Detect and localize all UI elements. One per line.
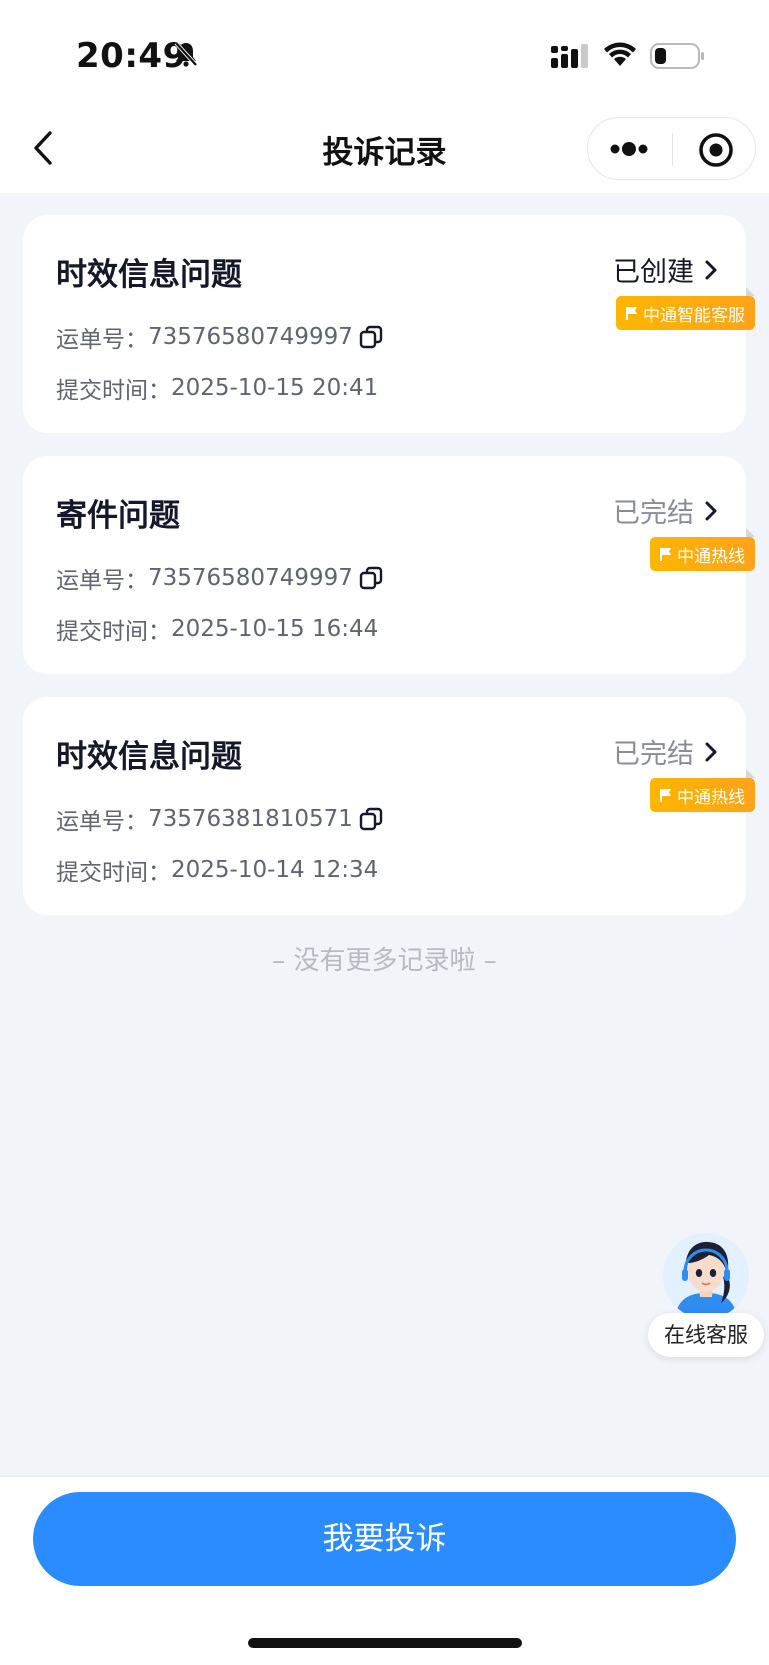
badge-fold — [746, 528, 755, 537]
complaint-title: 时效信息问题 — [56, 257, 242, 293]
muted-bell-icon — [174, 41, 198, 71]
complaint-status[interactable]: 已创建 — [613, 250, 718, 289]
submit-time-value: 2025-10-14 12:34 — [171, 857, 379, 883]
bottom-bar: 我要投诉 — [0, 1476, 769, 1665]
waybill-number: 73576381810571 — [148, 806, 353, 832]
waybill-row: 运单号： 73576580749997 — [56, 561, 383, 595]
complaint-card[interactable]: 寄件问题 已完结 中通热线 运单号： 73576580749997 提交时间： … — [23, 456, 755, 674]
waybill-number: 73576580749997 — [148, 565, 353, 591]
chevron-right-icon — [705, 260, 717, 279]
submit-time-row: 提交时间： 2025-10-15 20:41 — [56, 371, 378, 405]
wifi-icon — [603, 42, 637, 72]
status-label: 已完结 — [613, 498, 694, 529]
complaint-status[interactable]: 已完结 — [613, 491, 718, 530]
more-icon[interactable] — [610, 138, 650, 164]
no-more-records-note: – 没有更多记录啦 – — [272, 946, 497, 976]
flag-icon — [626, 307, 637, 320]
badge-fold — [746, 287, 755, 296]
channel-label: 中通热线 — [677, 546, 745, 567]
waybill-label: 运单号： — [56, 568, 148, 594]
submit-time-label: 提交时间： — [56, 860, 171, 886]
waybill-label: 运单号： — [56, 809, 148, 835]
submit-time-label: 提交时间： — [56, 378, 171, 404]
battery-icon — [650, 42, 706, 74]
chevron-right-icon — [705, 742, 717, 761]
channel-badge: 中通智能客服 — [616, 296, 755, 330]
submit-time-row: 提交时间： 2025-10-14 12:34 — [56, 853, 378, 887]
online-service-button[interactable]: 在线客服 — [648, 1233, 764, 1357]
cellular-signal-icon — [551, 44, 591, 74]
status-label: 已完结 — [613, 739, 694, 770]
complaint-title: 时效信息问题 — [56, 739, 242, 775]
flag-icon — [660, 789, 671, 802]
home-indicator — [248, 1638, 522, 1648]
online-service-label: 在线客服 — [648, 1313, 764, 1357]
file-complaint-button[interactable]: 我要投诉 — [33, 1492, 736, 1586]
waybill-label: 运单号： — [56, 327, 148, 353]
chevron-right-icon — [705, 501, 717, 520]
complaint-title: 寄件问题 — [56, 498, 180, 534]
complaint-card[interactable]: 时效信息问题 已完结 中通热线 运单号： 73576381810571 提交时间… — [23, 697, 755, 915]
channel-badge: 中通热线 — [650, 778, 755, 812]
status-label: 已创建 — [613, 257, 694, 288]
channel-label: 中通热线 — [677, 787, 745, 808]
complaint-status[interactable]: 已完结 — [613, 732, 718, 771]
waybill-row: 运单号： 73576580749997 — [56, 320, 383, 354]
submit-time-value: 2025-10-15 20:41 — [171, 375, 379, 401]
submit-time-row: 提交时间： 2025-10-15 16:44 — [56, 612, 378, 646]
close-mini-program-icon[interactable] — [698, 132, 734, 172]
submit-time-label: 提交时间： — [56, 619, 171, 645]
copy-icon[interactable] — [359, 325, 383, 349]
waybill-number: 73576580749997 — [148, 324, 353, 350]
badge-fold — [746, 769, 755, 778]
status-time: 20:49 — [76, 36, 187, 76]
copy-icon[interactable] — [359, 807, 383, 831]
mini-program-capsule — [587, 117, 756, 180]
capsule-divider — [672, 133, 673, 166]
channel-label: 中通智能客服 — [643, 305, 745, 326]
copy-icon[interactable] — [359, 566, 383, 590]
channel-badge: 中通热线 — [650, 537, 755, 571]
service-agent-avatar — [663, 1233, 749, 1319]
top-bar: 20:49 投诉记录 — [0, 0, 769, 193]
complaint-card[interactable]: 时效信息问题 已创建 中通智能客服 运单号： 73576580749997 提交… — [23, 215, 755, 433]
submit-time-value: 2025-10-15 16:44 — [171, 616, 379, 642]
waybill-row: 运单号： 73576381810571 — [56, 802, 383, 836]
flag-icon — [660, 548, 671, 561]
